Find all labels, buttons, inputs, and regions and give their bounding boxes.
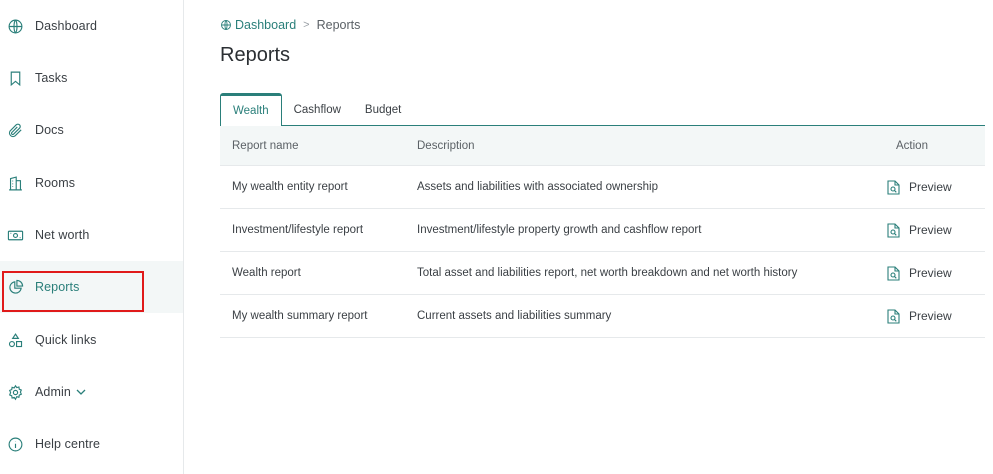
chevron-down-icon[interactable] — [76, 385, 86, 399]
report-description: Current assets and liabilities summary — [417, 310, 612, 322]
table-header: Report name Description Action — [220, 126, 985, 166]
file-search-icon — [887, 308, 900, 324]
globe-icon — [221, 20, 231, 30]
tab-bar: Wealth Cashflow Budget — [220, 93, 985, 127]
column-header-description: Description — [417, 139, 475, 152]
bookmark-icon — [6, 69, 24, 87]
sidebar-item-label: Help centre — [35, 437, 101, 451]
breadcrumb-separator: > — [303, 19, 310, 31]
breadcrumb: Dashboard > Reports — [220, 18, 360, 32]
preview-button[interactable]: Preview — [887, 222, 952, 238]
preview-label: Preview — [909, 223, 952, 237]
sidebar: Dashboard Tasks Docs Rooms Net worth Rep… — [0, 0, 184, 474]
report-name: My wealth entity report — [232, 181, 348, 193]
sidebar-item-dashboard[interactable]: Dashboard — [0, 0, 183, 52]
gear-icon — [6, 383, 24, 401]
main-content: Dashboard > Reports Reports Wealth Cashf… — [184, 0, 993, 474]
file-search-icon — [887, 265, 900, 281]
reports-table: Report name Description Action My wealth… — [220, 126, 985, 338]
report-name: Wealth report — [232, 267, 301, 279]
report-description: Total asset and liabilities report, net … — [417, 267, 798, 279]
table-row: My wealth summary report Current assets … — [220, 295, 985, 338]
preview-button[interactable]: Preview — [887, 308, 952, 324]
sidebar-item-label: Dashboard — [35, 19, 98, 33]
sidebar-item-tasks[interactable]: Tasks — [0, 52, 183, 104]
sidebar-item-docs[interactable]: Docs — [0, 104, 183, 156]
sidebar-item-quick-links[interactable]: Quick links — [0, 314, 183, 366]
preview-label: Preview — [909, 180, 952, 194]
preview-button[interactable]: Preview — [887, 265, 952, 281]
report-name: Investment/lifestyle report — [232, 224, 364, 236]
sidebar-item-label: Docs — [35, 123, 64, 137]
table-row: Wealth report Total asset and liabilitie… — [220, 252, 985, 295]
building-icon — [6, 174, 24, 192]
page-title: Reports — [220, 44, 291, 66]
tab-wealth[interactable]: Wealth — [220, 93, 282, 127]
table-row: Investment/lifestyle report Investment/l… — [220, 209, 985, 252]
table-row: My wealth entity report Assets and liabi… — [220, 166, 985, 209]
column-header-report-name: Report name — [232, 139, 299, 152]
breadcrumb-root-label: Dashboard — [235, 18, 297, 32]
sidebar-item-label: Quick links — [35, 333, 97, 347]
sidebar-item-reports[interactable]: Reports — [0, 261, 183, 313]
preview-label: Preview — [909, 309, 952, 323]
sidebar-item-help-centre[interactable]: Help centre — [0, 418, 183, 470]
pie-chart-icon — [6, 278, 24, 296]
sidebar-item-label: Net worth — [35, 228, 90, 242]
banknote-icon — [6, 226, 24, 244]
info-icon — [6, 435, 24, 453]
sidebar-item-label: Tasks — [35, 71, 68, 85]
sidebar-item-rooms[interactable]: Rooms — [0, 157, 183, 209]
breadcrumb-current: Reports — [316, 18, 361, 32]
preview-button[interactable]: Preview — [887, 179, 952, 195]
shapes-icon — [6, 331, 24, 349]
file-search-icon — [887, 222, 900, 238]
file-search-icon — [887, 179, 900, 195]
column-header-action: Action — [896, 139, 928, 152]
preview-label: Preview — [909, 266, 952, 280]
sidebar-item-label: Reports — [35, 280, 80, 294]
report-description: Investment/lifestyle property growth and… — [417, 224, 702, 236]
paperclip-icon — [6, 121, 24, 139]
tab-cashflow[interactable]: Cashflow — [282, 93, 353, 126]
sidebar-item-label: Admin — [35, 385, 86, 400]
sidebar-item-admin[interactable]: Admin — [0, 366, 183, 418]
sidebar-item-net-worth[interactable]: Net worth — [0, 209, 183, 261]
globe-icon — [6, 17, 24, 35]
breadcrumb-dashboard-link[interactable]: Dashboard — [220, 18, 296, 32]
tab-budget[interactable]: Budget — [353, 93, 413, 126]
report-name: My wealth summary report — [232, 310, 368, 322]
sidebar-item-label: Rooms — [35, 176, 76, 190]
report-description: Assets and liabilities with associated o… — [417, 181, 658, 193]
